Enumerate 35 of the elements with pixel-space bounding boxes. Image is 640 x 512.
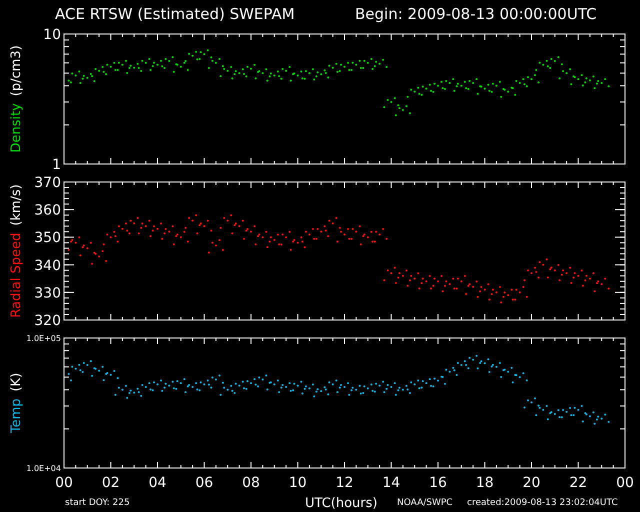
x-tick-label: 08	[242, 475, 260, 490]
x-tick-label: 22	[569, 475, 588, 490]
axis-unit: (km/s)	[9, 184, 24, 226]
x-tick-label: 14	[382, 475, 400, 490]
y-tick-label: 1.0E+04	[26, 464, 61, 473]
x-tick-label: 20	[522, 475, 540, 490]
y-tick-label: 320	[34, 313, 61, 326]
axis-unit: (p/cm3)	[9, 45, 24, 96]
y-tick-label: 370	[34, 176, 61, 191]
x-tick-label: 18	[476, 475, 494, 490]
x-axis-title: UTC(hours)	[305, 496, 378, 510]
x-tick-label: 10	[288, 475, 307, 490]
y-tick-label: 330	[34, 285, 61, 302]
y-tick-label: 340	[34, 258, 61, 274]
x-tick-label: 16	[429, 475, 447, 490]
y-tick-label: 360	[34, 202, 61, 219]
begin-time: Begin: 2009-08-13 00:00:00UTC	[355, 5, 597, 23]
x-tick-label: 00	[55, 475, 73, 490]
y-tick-label: 1.0E+05	[26, 334, 61, 343]
axis-title: Temp	[9, 398, 24, 434]
y-tick-label: 1	[52, 157, 61, 170]
created-time: created:2009-08-13 23:02:04UTC	[467, 498, 619, 508]
x-tick-label: 06	[195, 475, 214, 490]
x-tick-label: 04	[148, 475, 166, 490]
source-label: NOAA/SWPC	[397, 498, 454, 508]
chart-title: ACE RTSW (Estimated) SWEPAM	[55, 5, 296, 23]
axis-title: Radial Speed	[9, 232, 24, 318]
x-tick-label: 00	[616, 475, 634, 490]
axis-title: Density	[9, 103, 24, 153]
axis-unit: (K)	[9, 372, 24, 392]
y-tick-label: 10	[43, 28, 61, 43]
start-day: start DOY: 225	[65, 498, 305, 508]
y-tick-label: 350	[34, 230, 61, 246]
x-tick-label: 02	[102, 475, 120, 490]
x-tick-label: 12	[336, 475, 354, 490]
